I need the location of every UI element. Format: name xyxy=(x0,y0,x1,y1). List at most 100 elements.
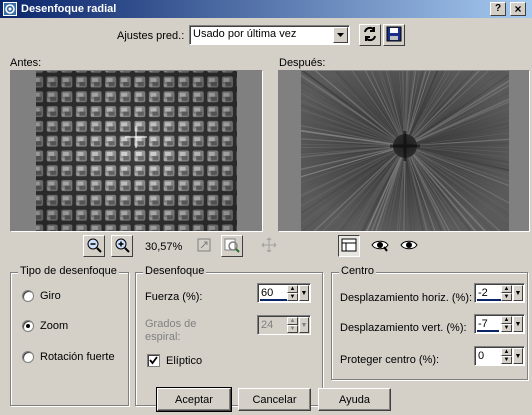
strength-value: 60 xyxy=(261,287,274,299)
blur-title: Desenfoque xyxy=(143,265,207,277)
zoom-out-icon xyxy=(86,237,102,256)
show-original-icon xyxy=(371,237,389,256)
zoom-level: 30,57% xyxy=(145,241,183,253)
strength-arrows[interactable]: ▲ ▼ xyxy=(287,285,298,301)
v-offset-slider-bar[interactable] xyxy=(477,330,499,332)
spiral-value: 24 xyxy=(261,319,274,331)
before-preview[interactable] xyxy=(10,70,263,232)
save-preset-button[interactable] xyxy=(383,24,405,46)
randomize-icon xyxy=(362,26,378,45)
chevron-up-icon[interactable]: ▲ xyxy=(287,285,298,293)
chevron-down-icon[interactable]: ▼ xyxy=(299,317,309,333)
fit-window-icon xyxy=(196,237,212,256)
pan-button[interactable] xyxy=(258,235,280,257)
strength-slider-bar[interactable] xyxy=(260,299,288,301)
chevron-down-icon[interactable]: ▼ xyxy=(501,293,512,301)
protect-center-arrows[interactable]: ▲ ▼ xyxy=(501,348,512,364)
after-preview[interactable] xyxy=(278,70,530,232)
h-offset-arrows[interactable]: ▲ ▼ xyxy=(501,285,512,301)
spiral-spinner[interactable]: 24 ▲ ▼ ▼ xyxy=(257,315,311,335)
v-offset-arrows[interactable]: ▲ ▼ xyxy=(501,316,512,332)
spiral-label-line2: espiral: xyxy=(145,331,181,343)
layout-toggle-icon xyxy=(341,237,357,256)
chevron-up-icon[interactable]: ▲ xyxy=(501,316,512,324)
radio-circle xyxy=(22,290,34,302)
before-label: Antes: xyxy=(10,57,42,69)
cancel-button-label: Cancelar xyxy=(252,393,297,406)
radio-giro[interactable]: Giro xyxy=(22,290,61,302)
after-preview-image xyxy=(279,71,529,231)
fit-window-button[interactable] xyxy=(193,235,215,257)
ok-button-label: Aceptar xyxy=(175,393,213,406)
zoom-in-button[interactable] xyxy=(111,235,133,257)
radio-zoom[interactable]: Zoom xyxy=(22,320,68,332)
radio-label: Giro xyxy=(40,290,61,302)
title-bar[interactable]: Desenfoque radial xyxy=(0,0,532,18)
chevron-down-icon[interactable]: ▼ xyxy=(501,324,512,332)
cancel-button[interactable]: Cancelar xyxy=(238,388,311,411)
after-label: Después: xyxy=(279,57,326,69)
help-button[interactable]: Ayuda xyxy=(318,388,391,411)
h-offset-value: -2 xyxy=(478,287,488,299)
v-offset-spinner[interactable]: -7 ▲ ▼ ▼ xyxy=(474,314,525,334)
strength-spinner[interactable]: 60 ▲ ▼ ▼ xyxy=(257,283,311,303)
spiral-label-line1: Grados de xyxy=(145,318,197,330)
save-icon xyxy=(386,26,402,45)
protect-center-value: 0 xyxy=(478,350,485,362)
elliptic-label: Elíptico xyxy=(166,354,203,367)
protect-center-spinner[interactable]: 0 ▲ ▼ ▼ xyxy=(474,346,525,366)
close-title-button[interactable]: × xyxy=(510,2,526,16)
spiral-arrows[interactable]: ▲ ▼ xyxy=(287,317,298,333)
chevron-down-icon[interactable] xyxy=(333,27,348,43)
strength-label: Fuerza (%): xyxy=(145,291,203,303)
check-icon xyxy=(149,356,158,365)
chevron-down-icon[interactable]: ▼ xyxy=(513,348,523,364)
layout-toggle-button[interactable] xyxy=(338,235,360,257)
chevron-up-icon[interactable]: ▲ xyxy=(501,348,512,356)
v-offset-label: Desplazamiento vert. (%): xyxy=(340,322,467,334)
zoom-in-icon xyxy=(114,237,130,256)
chevron-down-icon[interactable]: ▼ xyxy=(287,293,298,301)
chevron-down-icon[interactable]: ▼ xyxy=(501,356,512,364)
chevron-down-icon[interactable]: ▼ xyxy=(513,316,523,332)
show-original-button[interactable] xyxy=(369,235,391,257)
chevron-down-icon[interactable]: ▼ xyxy=(299,285,309,301)
blur-type-title: Tipo de desenfoque xyxy=(18,265,119,277)
close-icon: × xyxy=(514,2,522,16)
center-title: Centro xyxy=(339,265,377,277)
toggle-preview-button[interactable] xyxy=(398,235,420,257)
window-title: Desenfoque radial xyxy=(21,3,117,15)
proof-icon xyxy=(224,237,240,256)
radio-circle xyxy=(22,320,34,332)
h-offset-label: Desplazamiento horiz. (%): xyxy=(340,292,473,304)
chevron-up-icon[interactable]: ▲ xyxy=(501,285,512,293)
randomize-button[interactable] xyxy=(359,24,381,46)
radio-label: Zoom xyxy=(40,320,69,332)
radio-label: Rotación fuerte xyxy=(40,351,115,363)
help-button-label: Ayuda xyxy=(339,393,370,406)
zoom-out-button[interactable] xyxy=(83,235,105,257)
radio-selected-dot xyxy=(26,324,30,328)
question-icon: ? xyxy=(494,3,502,14)
before-preview-image xyxy=(11,71,262,231)
elliptic-checkbox[interactable]: Elíptico xyxy=(147,354,202,367)
pan-icon xyxy=(261,237,277,256)
presets-dropdown[interactable]: Usado por última vez xyxy=(189,25,350,45)
proof-button[interactable] xyxy=(221,235,243,257)
radio-rotacion-fuerte[interactable]: Rotación fuerte xyxy=(22,351,115,363)
chevron-up-icon[interactable]: ▲ xyxy=(287,317,298,325)
chevron-down-icon[interactable]: ▼ xyxy=(513,285,523,301)
h-offset-slider-bar[interactable] xyxy=(477,299,501,301)
presets-label: Ajustes pred.: xyxy=(117,30,185,42)
help-title-button[interactable]: ? xyxy=(490,2,506,16)
radio-circle xyxy=(22,351,34,363)
toggle-preview-icon xyxy=(400,237,418,256)
v-offset-value: -7 xyxy=(478,318,488,330)
h-offset-spinner[interactable]: -2 ▲ ▼ ▼ xyxy=(474,283,525,303)
ok-button[interactable]: Aceptar xyxy=(156,387,232,412)
checkbox-box xyxy=(147,354,160,367)
protect-center-label: Proteger centro (%): xyxy=(340,354,440,366)
presets-selected: Usado por última vez xyxy=(193,28,297,40)
blur-app-icon xyxy=(3,2,17,16)
chevron-down-icon[interactable]: ▼ xyxy=(287,325,298,333)
